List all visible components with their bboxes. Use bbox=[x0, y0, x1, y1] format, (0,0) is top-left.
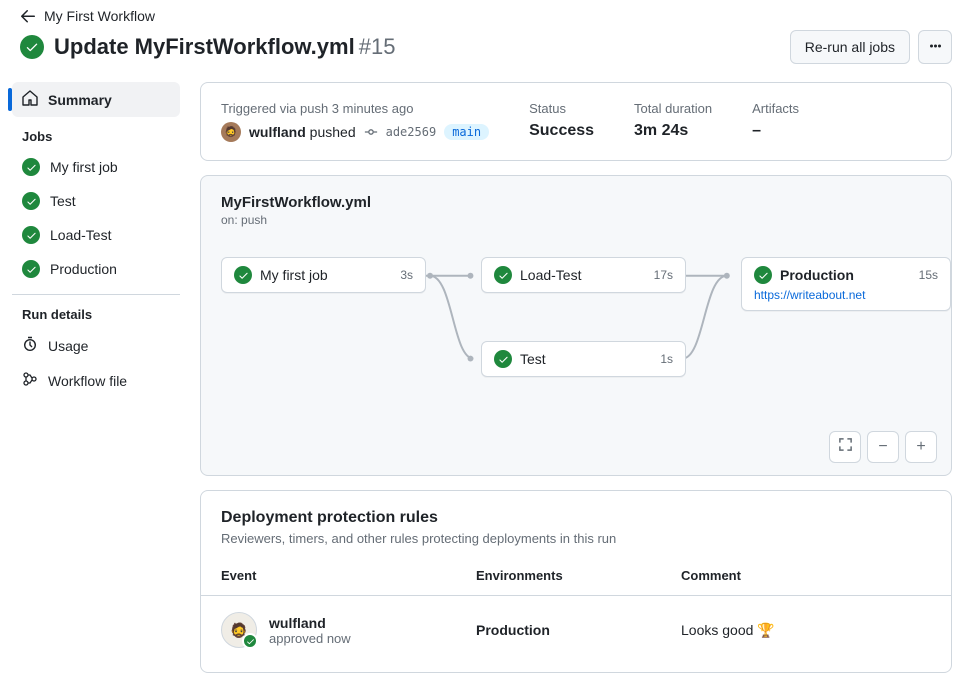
rules-comment: Looks good 🏆 bbox=[681, 622, 931, 639]
avatar[interactable]: 🧔 bbox=[221, 612, 257, 648]
sidebar-item-summary[interactable]: Summary bbox=[12, 82, 180, 117]
run-title: Update MyFirstWorkflow.yml#15 bbox=[54, 34, 395, 60]
col-head-event: Event bbox=[221, 568, 476, 583]
check-icon bbox=[22, 260, 40, 278]
triggered-label: Triggered via push 3 minutes ago bbox=[221, 101, 489, 116]
check-icon bbox=[22, 192, 40, 210]
graph-node-first-job[interactable]: My first job 3s bbox=[221, 257, 426, 293]
commit-sha[interactable]: ade2569 bbox=[386, 125, 437, 139]
stopwatch-icon bbox=[22, 336, 38, 355]
actor-link[interactable]: wulfland bbox=[249, 124, 306, 140]
status-label: Status bbox=[529, 101, 594, 116]
minus-icon: − bbox=[878, 438, 887, 456]
status-value: Success bbox=[529, 122, 594, 140]
reviewer-action: approved now bbox=[269, 631, 351, 646]
graph-node-production[interactable]: Production 15s https://writeabout.net bbox=[741, 257, 951, 311]
sidebar-heading-details: Run details bbox=[12, 303, 180, 328]
sidebar-heading-jobs: Jobs bbox=[12, 117, 180, 150]
sidebar-item-job[interactable]: Load-Test bbox=[12, 218, 180, 252]
artifacts-label: Artifacts bbox=[752, 101, 799, 116]
sidebar-item-job[interactable]: Production bbox=[12, 252, 180, 286]
summary-card: Triggered via push 3 minutes ago 🧔 wulfl… bbox=[200, 82, 952, 161]
col-head-comment: Comment bbox=[681, 568, 931, 583]
branch-badge[interactable]: main bbox=[444, 124, 489, 140]
sidebar-item-job[interactable]: Test bbox=[12, 184, 180, 218]
run-status-success-icon bbox=[20, 35, 44, 59]
check-icon bbox=[494, 350, 512, 368]
check-icon bbox=[22, 226, 40, 244]
graph-node-test[interactable]: Test 1s bbox=[481, 341, 686, 377]
sidebar-item-job[interactable]: My first job bbox=[12, 150, 180, 184]
zoom-fullscreen-button[interactable] bbox=[829, 431, 861, 463]
zoom-in-button[interactable]: + bbox=[905, 431, 937, 463]
col-head-env: Environments bbox=[476, 568, 681, 583]
graph-title: MyFirstWorkflow.yml bbox=[221, 194, 931, 211]
workflow-breadcrumb[interactable]: My First Workflow bbox=[44, 8, 155, 24]
back-arrow-icon[interactable] bbox=[20, 8, 36, 24]
graph-node-load-test[interactable]: Load-Test 17s bbox=[481, 257, 686, 293]
workflow-graph-card: MyFirstWorkflow.yml on: push bbox=[200, 175, 952, 476]
sidebar: Summary Jobs My first job Test Load-Test… bbox=[12, 82, 180, 673]
rules-title: Deployment protection rules bbox=[221, 509, 931, 527]
rules-subtitle: Reviewers, timers, and other rules prote… bbox=[221, 531, 931, 546]
check-icon bbox=[22, 158, 40, 176]
commit-icon bbox=[364, 125, 378, 139]
zoom-out-button[interactable]: − bbox=[867, 431, 899, 463]
workflow-graph[interactable]: My first job 3s Load-Test 17s Test bbox=[221, 257, 931, 417]
plus-icon: + bbox=[916, 438, 925, 456]
rules-env: Production bbox=[476, 622, 681, 638]
fullscreen-icon bbox=[838, 437, 853, 457]
avatar[interactable]: 🧔 bbox=[221, 122, 241, 142]
sidebar-item-usage[interactable]: Usage bbox=[12, 328, 180, 363]
sidebar-item-workflow-file[interactable]: Workflow file bbox=[12, 363, 180, 398]
more-actions-button[interactable] bbox=[918, 30, 952, 64]
reviewer-name[interactable]: wulfland bbox=[269, 615, 326, 631]
file-icon bbox=[22, 371, 38, 390]
check-icon bbox=[234, 266, 252, 284]
check-icon bbox=[494, 266, 512, 284]
protection-rules-card: Deployment protection rules Reviewers, t… bbox=[200, 490, 952, 673]
duration-value: 3m 24s bbox=[634, 122, 712, 140]
check-icon bbox=[754, 266, 772, 284]
rerun-all-jobs-button[interactable]: Re-run all jobs bbox=[790, 30, 910, 64]
kebab-icon bbox=[927, 38, 943, 57]
home-icon bbox=[22, 90, 38, 109]
duration-label: Total duration bbox=[634, 101, 712, 116]
rules-row: 🧔 wulfland approved now Production Looks… bbox=[221, 612, 931, 648]
graph-trigger: on: push bbox=[221, 213, 931, 227]
artifacts-value: – bbox=[752, 122, 799, 140]
production-url-link[interactable]: https://writeabout.net bbox=[754, 288, 938, 302]
check-icon bbox=[242, 633, 258, 649]
